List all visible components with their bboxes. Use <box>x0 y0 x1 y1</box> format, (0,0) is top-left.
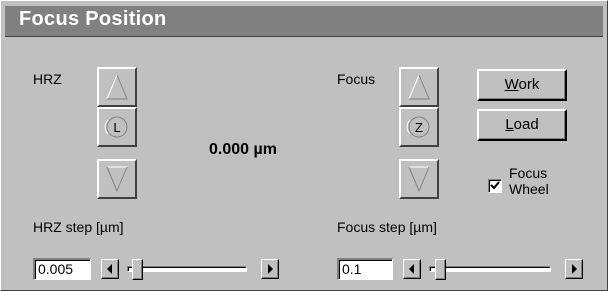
work-label-rest: ork <box>518 76 540 93</box>
triangle-up-icon <box>408 73 430 100</box>
triangle-down-icon <box>408 166 430 193</box>
focus-wheel-label-line2: Wheel <box>509 181 549 197</box>
triangle-right-icon <box>268 264 273 274</box>
load-mnemonic: L <box>505 116 514 133</box>
focus-down-button[interactable] <box>399 159 439 199</box>
checkmark-icon <box>490 181 500 190</box>
hrz-center-glyph: L <box>113 120 120 135</box>
focus-wheel-label: Focus Wheel <box>509 165 549 197</box>
focus-step-slider-thumb[interactable] <box>435 259 446 280</box>
load-label-rest: oad <box>513 116 539 133</box>
load-button[interactable]: Load <box>477 109 567 141</box>
hrz-step-increase-button[interactable] <box>261 259 279 279</box>
panel-title: Focus Position <box>19 8 167 30</box>
focus-up-button[interactable] <box>399 67 439 107</box>
hrz-center-button[interactable]: L <box>97 107 137 147</box>
hrz-up-button[interactable] <box>97 67 137 107</box>
circle-l-icon: L <box>104 116 128 138</box>
hrz-step-decrease-button[interactable] <box>101 259 119 279</box>
triangle-left-icon <box>409 264 414 274</box>
focus-wheel-label-line1: Focus <box>509 165 548 181</box>
hrz-step-label: HRZ step [µm] <box>33 219 124 235</box>
position-readout: 0.000 µm <box>209 141 277 158</box>
focus-center-glyph: Z <box>415 120 423 135</box>
triangle-left-icon <box>107 264 112 274</box>
hrz-down-button[interactable] <box>97 159 137 199</box>
hrz-step-slider-thumb[interactable] <box>132 259 143 280</box>
focus-step-input[interactable]: 0.1 <box>337 258 393 280</box>
focus-step-slider-track[interactable] <box>429 266 551 272</box>
panel-title-bar: Focus Position <box>5 6 603 37</box>
circle-z-icon: Z <box>406 116 430 138</box>
focus-step-decrease-button[interactable] <box>403 259 421 279</box>
focus-step-increase-button[interactable] <box>565 259 583 279</box>
work-mnemonic: W <box>504 76 519 93</box>
hrz-label: HRZ <box>33 71 62 87</box>
focus-step-label: Focus step [µm] <box>337 219 437 235</box>
focus-wheel-checkbox[interactable] <box>488 179 502 193</box>
triangle-right-icon <box>572 264 577 274</box>
focus-label: Focus <box>337 71 376 87</box>
focus-center-button[interactable]: Z <box>399 107 439 147</box>
focus-position-panel: Focus Position HRZ L 0.000 µm Focus Z Wo… <box>0 0 608 291</box>
hrz-step-input[interactable]: 0.005 <box>33 258 91 280</box>
triangle-up-icon <box>106 73 128 100</box>
work-button[interactable]: Work <box>477 69 567 101</box>
triangle-down-icon <box>106 166 128 193</box>
hrz-step-slider-track[interactable] <box>127 266 247 272</box>
